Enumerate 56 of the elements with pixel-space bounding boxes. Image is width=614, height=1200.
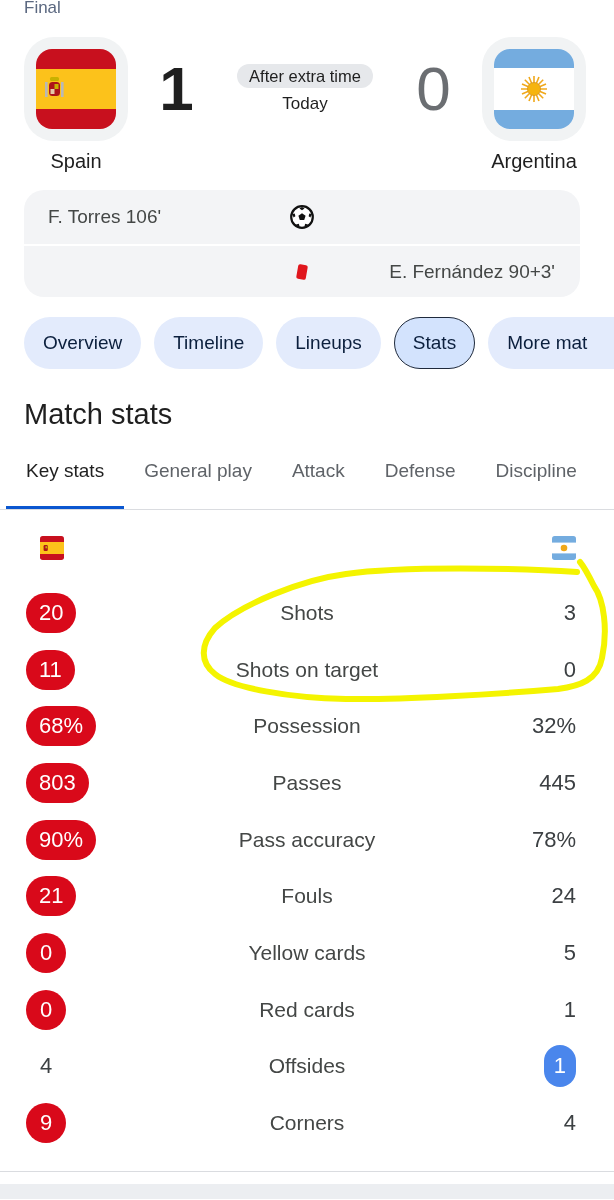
team-name: Argentina [491,149,577,173]
section-tab[interactable]: Overview [24,317,142,369]
stats-category-tab[interactable]: Attack [271,445,365,509]
stat-value: 4 [563,1108,576,1137]
stat-value: 90% [26,819,97,860]
stat-value: 5 [563,938,576,967]
stat-value: 0 [26,932,66,973]
crest-flag-icon [40,536,64,560]
match-stage-label: Final [24,0,62,17]
event-text: F. Torres 106' [48,206,162,228]
stat-label: Pass accuracy [238,827,376,852]
stat-value: 68% [26,706,97,747]
sun-flag-icon [482,37,586,141]
stat-value: 9 [26,1102,66,1143]
stats-category-tab[interactable]: General play [124,445,272,509]
event-text: E. Fernández 90+3' [389,260,555,283]
stat-value: 21 [26,876,77,917]
stats-category-tab[interactable]: Defense [364,445,476,509]
stat-value: 20 [26,593,77,633]
section-title: Match stats [24,397,174,431]
stat-label: Shots [280,601,334,625]
stat-value: 0 [563,655,576,684]
team-score: 0 [416,58,451,120]
stat-value: 803 [26,763,89,803]
team-score: 1 [159,58,194,120]
match-status-badge: After extra time [237,64,373,88]
stat-value: 445 [539,769,576,797]
sun-flag-icon [552,536,576,560]
stats-category-tab[interactable]: Key stats [6,445,125,509]
stat-label: Fouls [281,884,333,909]
stat-value: 24 [551,882,576,911]
team-name: Spain [50,149,102,173]
stat-value: 32% [531,712,576,741]
stat-label: Corners [269,1110,345,1135]
stat-label: Offsides [268,1054,346,1079]
stat-value: 4 [38,1052,54,1081]
section-tab[interactable]: Timeline [154,317,264,369]
section-tab[interactable]: Stats [393,317,476,369]
crest-flag-icon [24,37,128,141]
stat-label: Shots on target [235,657,379,682]
stat-label: Red cards [259,997,355,1022]
stat-value: 3 [563,599,576,627]
match-date: Today [282,94,328,114]
stat-label: Possession [253,714,361,739]
stat-value: 0 [26,989,66,1030]
stat-value: 1 [563,995,576,1024]
stat-value: 11 [26,649,75,690]
section-tab[interactable]: More mat [488,317,614,369]
stat-value: 1 [543,1045,576,1088]
stats-category-tab[interactable]: Discipline [475,445,597,509]
soccer-ball-icon [289,205,314,229]
stat-label: Yellow cards [248,940,366,965]
penalty-card-icon [294,262,309,281]
stat-label: Passes [272,771,342,795]
stat-value: 78% [531,825,576,854]
section-tab[interactable]: Lineups [276,317,381,369]
